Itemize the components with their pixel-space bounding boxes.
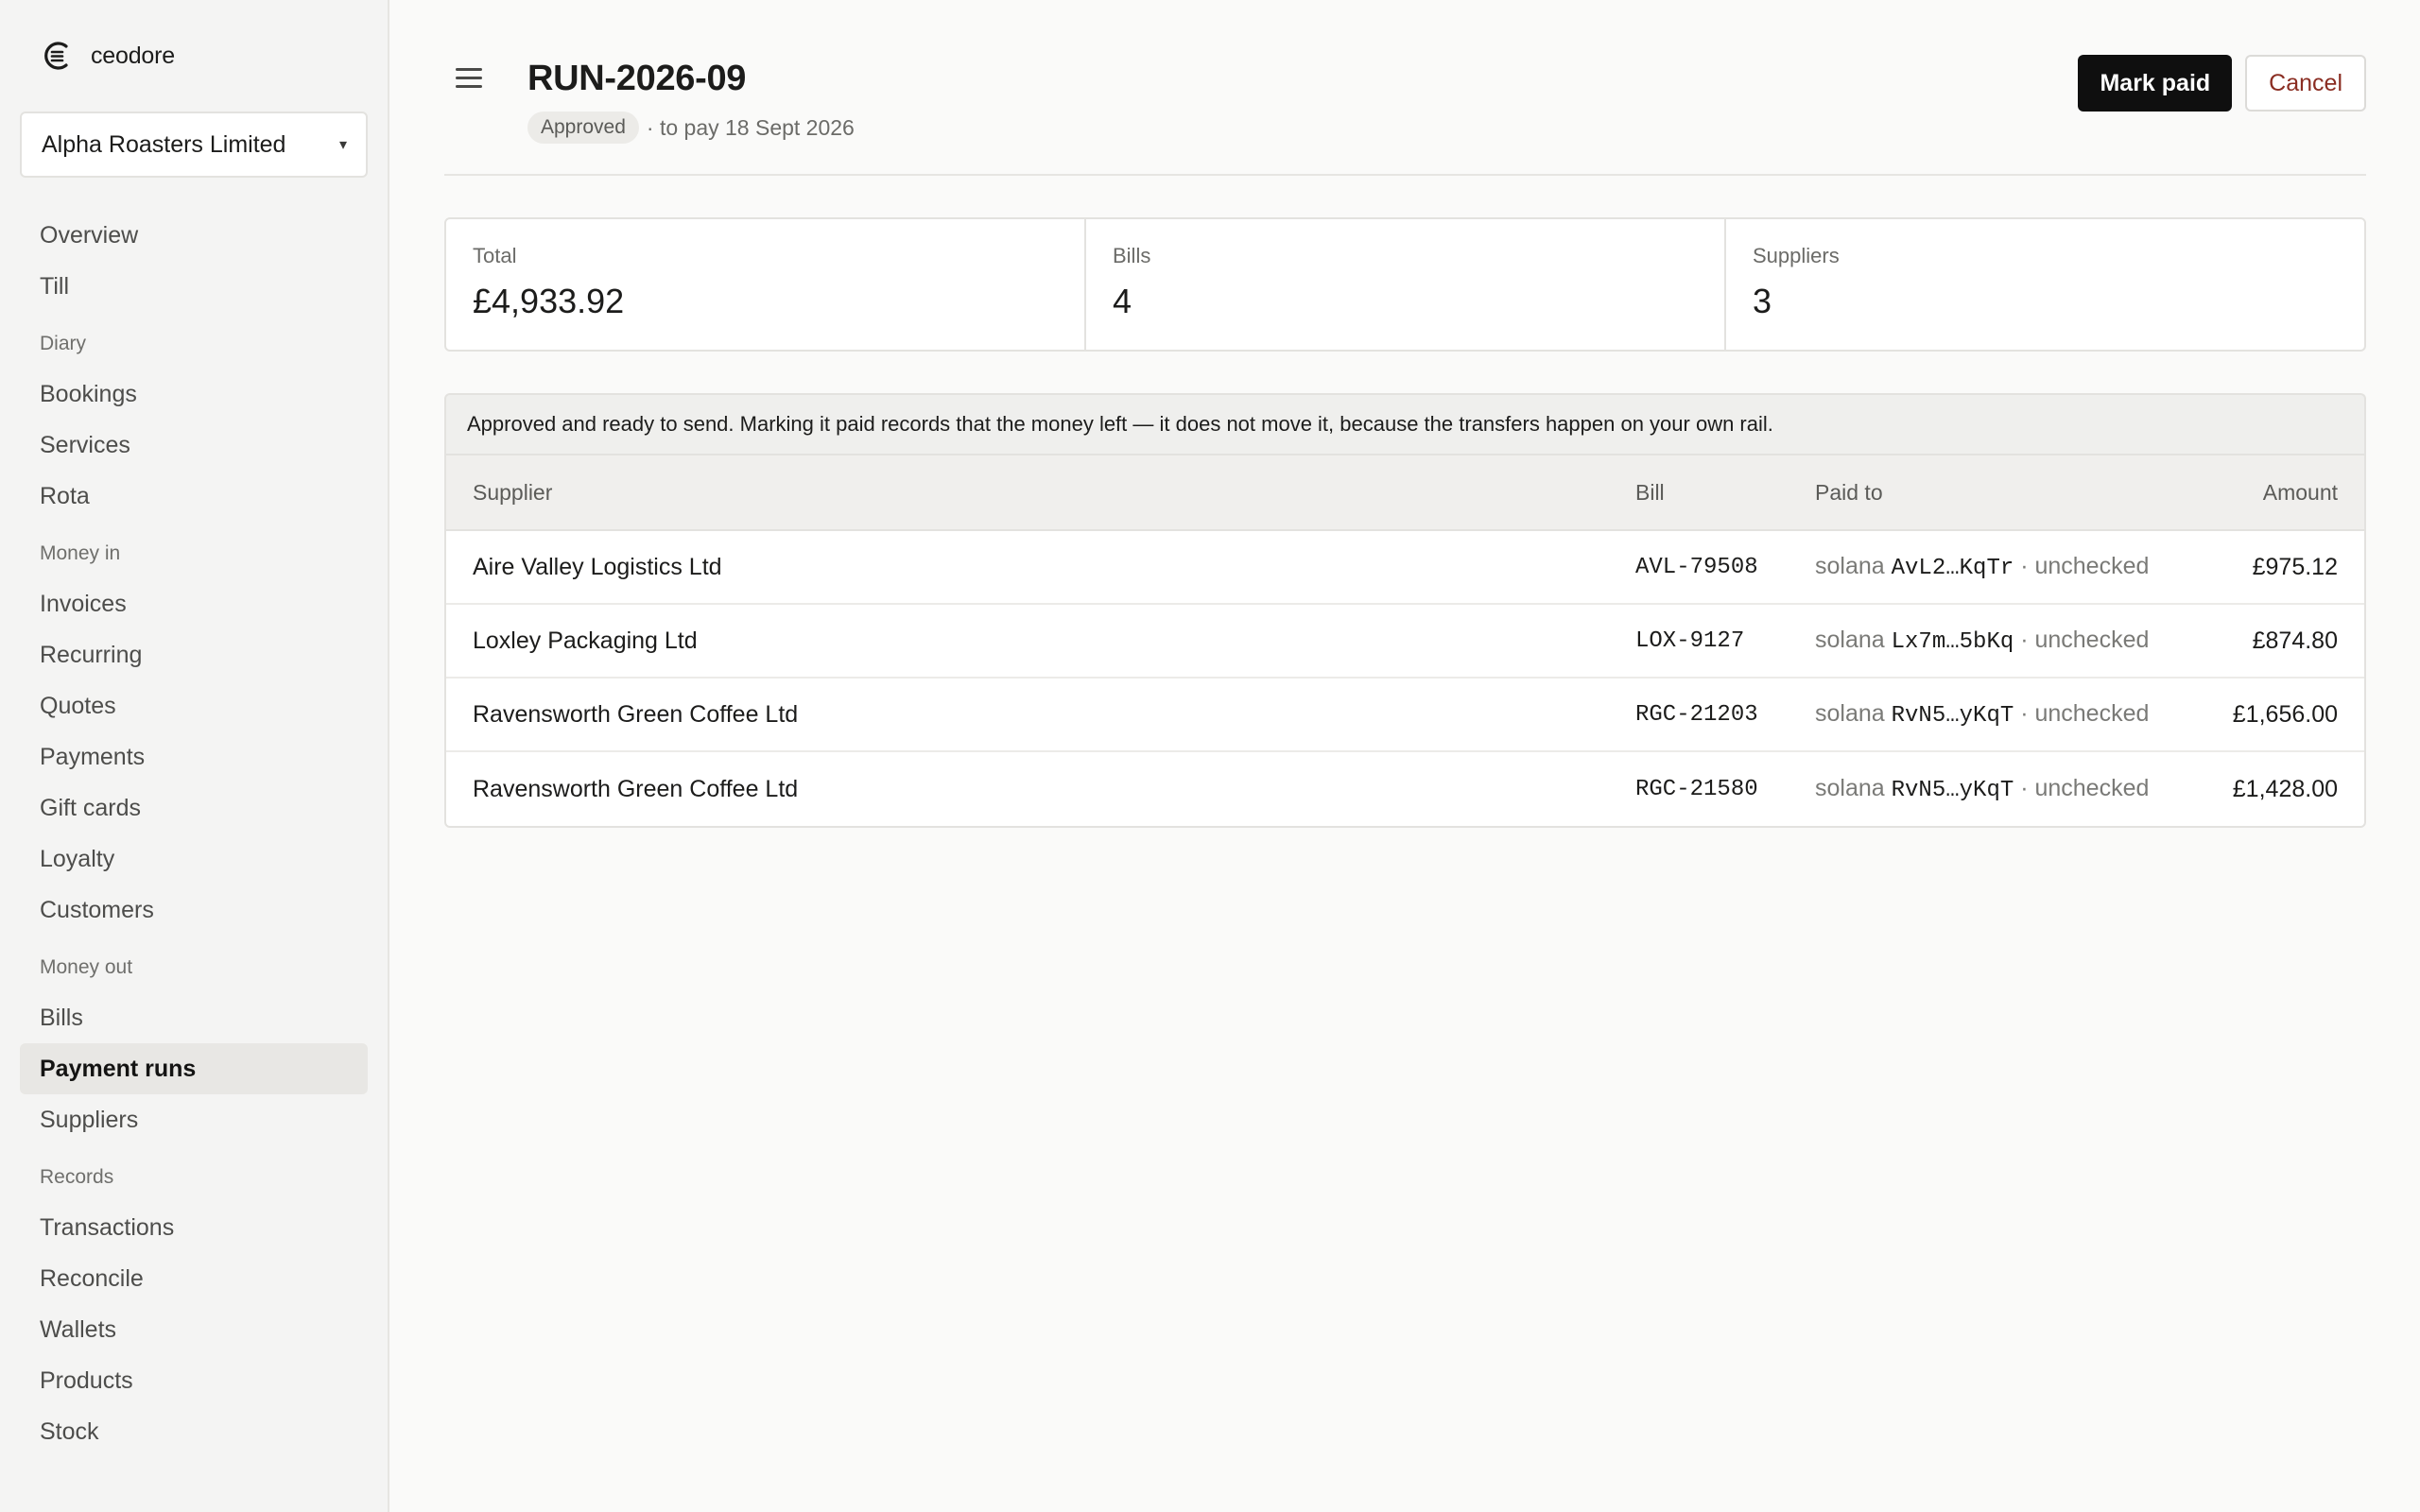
stat-label: Suppliers — [1753, 244, 1840, 267]
pay-date: · to pay 18 Sept 2026 — [646, 114, 855, 140]
wallet-address: Lx7m…5bKq — [1891, 629, 2014, 655]
check-status: · unchecked — [2020, 627, 2150, 653]
table-row[interactable]: Aire Valley Logistics Ltd AVL-79508 sola… — [446, 531, 2364, 605]
chain-name: solana — [1815, 627, 1885, 653]
chain-name: solana — [1815, 775, 1885, 801]
amount: £874.80 — [2252, 627, 2338, 654]
stat-value: £4,933.92 — [473, 282, 625, 320]
nav-section-money-in: Money in — [40, 542, 121, 564]
table-row[interactable]: Ravensworth Green Coffee Ltd RGC-21580 s… — [446, 752, 2364, 826]
nav-item-overview[interactable]: Overview — [20, 210, 368, 261]
hamburger-menu-icon[interactable] — [456, 68, 482, 94]
table-header: Supplier Bill Paid to Amount — [446, 455, 2364, 531]
column-header-supplier: Supplier — [473, 479, 553, 505]
app-shell: ceodore Alpha Roasters Limited ▾ Overvie… — [0, 0, 2420, 1512]
check-status: · unchecked — [2020, 553, 2150, 579]
nav-item-till[interactable]: Till — [20, 261, 368, 312]
organisation-selector[interactable]: Alpha Roasters Limited ▾ — [20, 112, 368, 178]
nav-section-diary: Diary — [40, 333, 87, 354]
nav-item-stock[interactable]: Stock — [20, 1406, 368, 1457]
nav-item-bills[interactable]: Bills — [20, 992, 368, 1043]
paid-to: solana Lx7m…5bKq · unchecked — [1815, 627, 2221, 655]
header-actions: Mark paid Cancel — [2078, 0, 2366, 174]
supplier-name: Aire Valley Logistics Ltd — [473, 553, 722, 580]
nav-item-products[interactable]: Products — [20, 1355, 368, 1406]
nav-item-customers[interactable]: Customers — [20, 885, 368, 936]
nav-item-loyalty[interactable]: Loyalty — [20, 833, 368, 885]
stat-value: 4 — [1113, 282, 1132, 320]
header-left: RUN-2026-09 Approved · to pay 18 Sept 20… — [444, 0, 855, 174]
amount: £1,428.00 — [2232, 775, 2338, 802]
wallet-address: RvN5…yKqT — [1891, 778, 2014, 803]
summary-stats: Total £4,933.92 Bills 4 Suppliers 3 — [444, 217, 2366, 352]
bill-number: RGC-21203 — [1635, 701, 1758, 728]
brand-name: ceodore — [91, 42, 175, 69]
page-header: RUN-2026-09 Approved · to pay 18 Sept 20… — [444, 0, 2366, 176]
check-status: · unchecked — [2020, 775, 2150, 801]
organisation-name: Alpha Roasters Limited — [42, 130, 286, 158]
info-notice: Approved and ready to send. Marking it p… — [444, 393, 2366, 454]
bills-table: Supplier Bill Paid to Amount Aire Valley… — [444, 454, 2366, 828]
ceodore-logo-icon — [44, 42, 68, 70]
chain-name: solana — [1815, 700, 1885, 727]
stat-total: Total £4,933.92 — [446, 219, 1086, 350]
paid-to: solana RvN5…yKqT · unchecked — [1815, 775, 2221, 803]
nav-item-reconcile[interactable]: Reconcile — [20, 1253, 368, 1304]
table-row[interactable]: Ravensworth Green Coffee Ltd RGC-21203 s… — [446, 679, 2364, 752]
brand[interactable]: ceodore — [20, 0, 368, 112]
nav-item-bookings[interactable]: Bookings — [20, 369, 368, 420]
nav-item-quotes[interactable]: Quotes — [20, 680, 368, 731]
stat-label: Bills — [1113, 244, 1151, 267]
stat-label: Total — [473, 244, 517, 267]
wallet-address: RvN5…yKqT — [1891, 703, 2014, 729]
paid-to: solana AvL2…KqTr · unchecked — [1815, 553, 2221, 581]
paid-to: solana RvN5…yKqT · unchecked — [1815, 700, 2221, 729]
nav-section-money-out: Money out — [40, 956, 133, 978]
nav-item-recurring[interactable]: Recurring — [20, 629, 368, 680]
nav-section-records: Records — [40, 1166, 114, 1188]
check-status: · unchecked — [2020, 700, 2150, 727]
main-content: RUN-2026-09 Approved · to pay 18 Sept 20… — [389, 0, 2420, 1512]
supplier-name: Ravensworth Green Coffee Ltd — [473, 775, 799, 802]
nav-item-rota[interactable]: Rota — [20, 471, 368, 522]
bill-number: RGC-21580 — [1635, 776, 1758, 802]
supplier-name: Loxley Packaging Ltd — [473, 627, 698, 654]
stat-suppliers: Suppliers 3 — [1726, 219, 2364, 350]
stat-value: 3 — [1753, 282, 1772, 320]
nav-item-services[interactable]: Services — [20, 420, 368, 471]
column-header-bill: Bill — [1635, 479, 1665, 505]
nav-item-suppliers[interactable]: Suppliers — [20, 1094, 368, 1145]
amount: £975.12 — [2252, 553, 2338, 580]
title-block: RUN-2026-09 Approved · to pay 18 Sept 20… — [527, 59, 855, 144]
supplier-name: Ravensworth Green Coffee Ltd — [473, 700, 799, 728]
cancel-button[interactable]: Cancel — [2245, 55, 2366, 112]
mark-paid-button[interactable]: Mark paid — [2078, 55, 2233, 112]
wallet-address: AvL2…KqTr — [1891, 556, 2014, 581]
table-row[interactable]: Loxley Packaging Ltd LOX-9127 solana Lx7… — [446, 605, 2364, 679]
chevron-down-icon: ▾ — [338, 137, 347, 153]
page-title: RUN-2026-09 — [527, 59, 747, 98]
nav-item-payment-runs[interactable]: Payment runs — [20, 1043, 368, 1094]
nav-item-payments[interactable]: Payments — [20, 731, 368, 782]
run-subline: Approved · to pay 18 Sept 2026 — [527, 112, 855, 144]
nav-item-wallets[interactable]: Wallets — [20, 1304, 368, 1355]
stat-bills: Bills 4 — [1086, 219, 1726, 350]
nav-item-transactions[interactable]: Transactions — [20, 1202, 368, 1253]
amount: £1,656.00 — [2232, 700, 2338, 728]
sidebar: ceodore Alpha Roasters Limited ▾ Overvie… — [0, 0, 389, 1512]
nav-item-invoices[interactable]: Invoices — [20, 578, 368, 629]
bill-number: AVL-79508 — [1635, 554, 1758, 580]
status-badge: Approved — [527, 112, 639, 144]
bill-number: LOX-9127 — [1635, 627, 1745, 654]
nav-item-gift-cards[interactable]: Gift cards — [20, 782, 368, 833]
column-header-amount: Amount — [2262, 479, 2338, 505]
chain-name: solana — [1815, 553, 1885, 579]
column-header-paid-to: Paid to — [1815, 479, 1883, 505]
